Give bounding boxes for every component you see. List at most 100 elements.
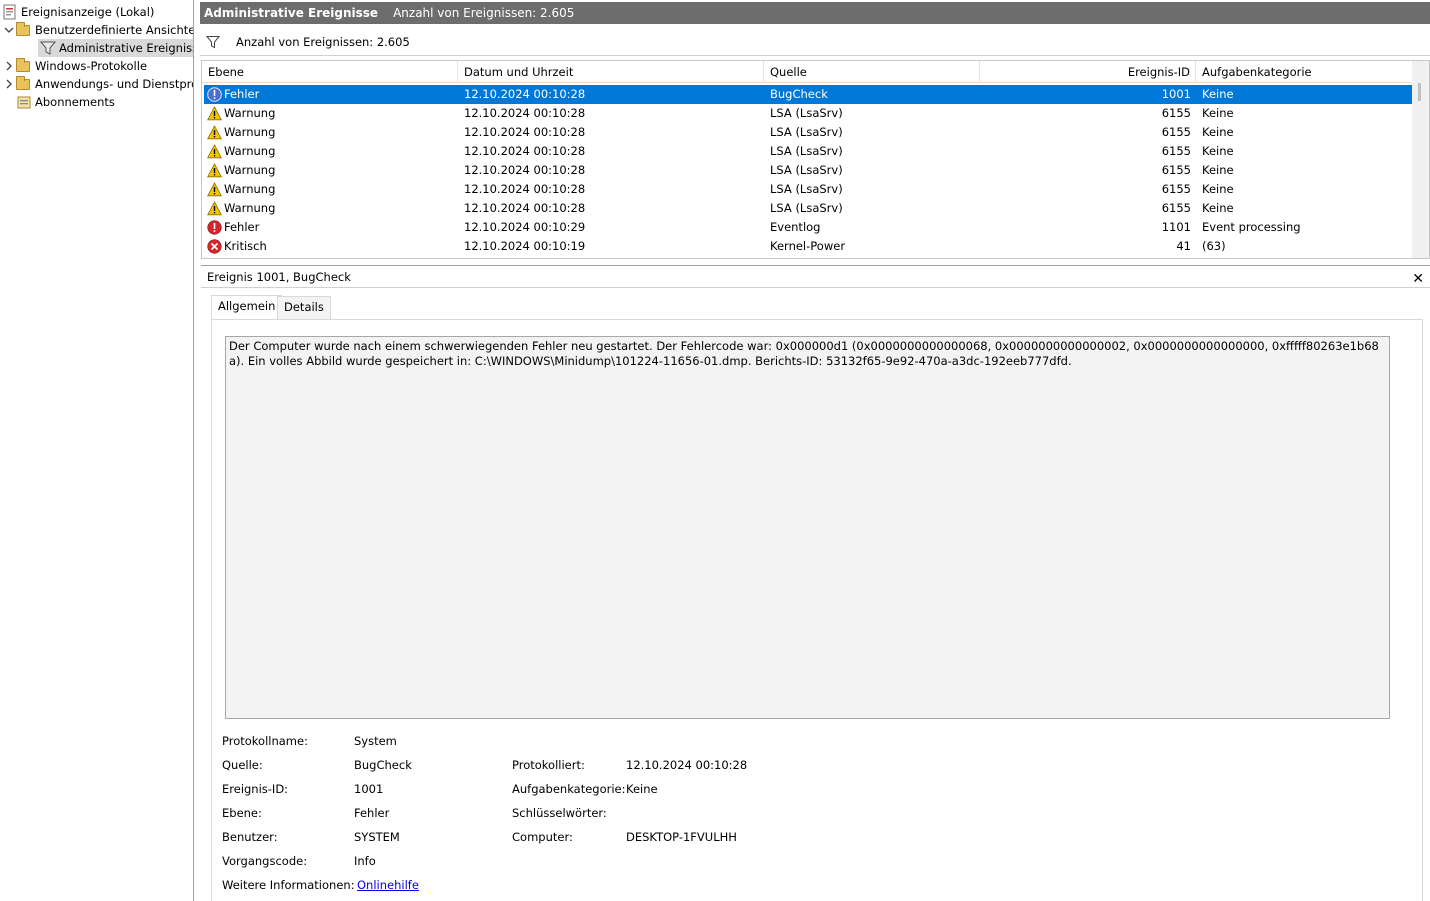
view-header: Administrative Ereignisse Anzahl von Ere… [200,2,1430,24]
cell-level: Warnung [224,125,276,139]
cell-date: 12.10.2024 00:10:29 [464,220,586,234]
cell-task-category: Keine [1202,182,1234,196]
cell-task-category: (63) [1202,239,1226,253]
cell-level: Warnung [224,106,276,120]
navigation-tree: Ereignisanzeige (Lokal) Benutzerdefinier… [0,0,194,901]
column-header-task-category[interactable]: Aufgabenkategorie [1196,61,1414,83]
table-row[interactable]: Warnung 12.10.2024 00:10:28 LSA (LsaSrv) 61… [204,199,1414,218]
source-value: BugCheck [354,758,412,772]
info-error-icon [207,87,222,102]
cell-event-id: 1101 [1161,220,1191,234]
events-table: Ebene Datum und Uhrzeit Quelle Ereignis-… [201,60,1430,259]
table-row[interactable]: Warnung 12.10.2024 00:10:28 LSA (LsaSrv) 61… [204,161,1414,180]
task-category-label: Aufgabenkategorie: [512,782,626,796]
event-detail-pane: Ereignis 1001, BugCheck ✕ Allgemein Deta… [201,265,1430,901]
table-row[interactable]: Warnung 12.10.2024 00:10:28 LSA (LsaSrv) 61… [204,142,1414,161]
opcode-label: Vorgangscode: [222,854,308,868]
close-icon[interactable]: ✕ [1412,268,1424,290]
cell-task-category: Keine [1202,144,1234,158]
table-row[interactable]: Warnung 12.10.2024 00:10:28 LSA (LsaSrv) 61… [204,180,1414,199]
cell-date: 12.10.2024 00:10:28 [464,106,586,120]
table-row[interactable]: Kritisch 12.10.2024 00:10:19 Kernel-Power 4… [204,237,1414,256]
warning-icon [207,144,222,159]
table-row[interactable]: Fehler 12.10.2024 00:10:28 BugCheck 1001 Kei… [204,85,1414,104]
cell-date: 12.10.2024 00:10:28 [464,182,586,196]
opcode-value: Info [354,854,376,868]
column-header-source[interactable]: Quelle [764,61,980,83]
cell-task-category: Event processing [1202,220,1301,234]
cell-source: Kernel-Power [770,239,846,253]
cell-level: Warnung [224,144,276,158]
event-id-label: Ereignis-ID: [222,782,289,796]
warning-icon [207,106,222,121]
cell-date: 12.10.2024 00:10:19 [464,239,586,253]
cell-level: Warnung [224,201,276,215]
tree-item-windows-logs[interactable]: Windows-Protokolle [2,57,147,75]
tab-general[interactable]: Allgemein [211,295,283,319]
event-viewer-icon [2,4,18,20]
cell-event-id: 6155 [1161,125,1191,139]
cell-event-id: 6155 [1161,201,1191,215]
cell-event-id: 6155 [1161,182,1191,196]
tree-item-root[interactable]: Ereignisanzeige (Lokal) [2,3,154,21]
cell-source: BugCheck [770,87,828,101]
subscriptions-icon [16,94,32,110]
tree-label-custom-views: Benutzerdefinierte Ansichten [35,23,194,37]
cell-task-category: Keine [1202,163,1234,177]
cell-task-category: Keine [1202,125,1234,139]
cell-source: LSA (LsaSrv) [770,144,843,158]
column-header-date[interactable]: Datum und Uhrzeit [458,61,764,83]
table-row[interactable]: Warnung 12.10.2024 00:10:28 LSA (LsaSrv) 61… [204,123,1414,142]
tree-label-app-logs: Anwendungs- und Dienstprotokolle [35,77,193,91]
column-header-event-id[interactable]: Ereignis-ID [980,61,1196,83]
cell-task-category: Keine [1202,87,1234,101]
cell-task-category: Keine [1202,106,1234,120]
event-description[interactable]: Der Computer wurde nach einem schwerwieg… [225,336,1390,719]
column-header-level[interactable]: Ebene [202,61,458,83]
tree-label-windows-logs: Windows-Protokolle [35,59,148,73]
tree-item-admin-events[interactable]: Administrative Ereignisse [38,39,194,57]
view-title: Administrative Ereignisse [204,6,379,20]
cell-level: Fehler [224,87,260,101]
cell-event-id: 1001 [1161,87,1191,101]
more-info-label: Weitere Informationen: [222,878,355,892]
cell-date: 12.10.2024 00:10:28 [464,87,586,101]
event-count-header: Anzahl von Ereignissen: 2.605 [393,6,575,20]
cell-task-category: Keine [1202,201,1234,215]
cell-event-id: 6155 [1161,163,1191,177]
cell-source: LSA (LsaSrv) [770,182,843,196]
cell-source: LSA (LsaSrv) [770,125,843,139]
level-label: Ebene: [222,806,262,820]
chevron-down-icon[interactable] [2,21,16,39]
folder-icon [16,58,32,74]
tab-details[interactable]: Details [277,296,331,319]
table-row[interactable]: Fehler 12.10.2024 00:10:29 Eventlog 1101 Eve… [204,218,1414,237]
filter-bar: Anzahl von Ereignissen: 2.605 [200,28,1430,56]
cell-event-id: 41 [1176,239,1191,253]
cell-date: 12.10.2024 00:10:28 [464,201,586,215]
log-name-label: Protokollname: [222,734,308,748]
table-row[interactable]: Warnung 12.10.2024 00:10:28 LSA (LsaSrv) 61… [204,104,1414,123]
online-help-link[interactable]: Onlinehilfe [357,878,419,892]
filter-icon [39,40,57,56]
tree-item-subscriptions[interactable]: Abonnements [16,93,115,111]
warning-icon [207,125,222,140]
log-name-value: System [354,734,397,748]
chevron-right-icon[interactable] [2,75,16,93]
tree-label-subscriptions: Abonnements [35,95,115,109]
cell-level: Fehler [224,220,260,234]
chevron-right-icon[interactable] [2,57,16,75]
event-id-value: 1001 [354,782,384,796]
cell-date: 12.10.2024 00:10:28 [464,144,586,158]
tree-item-app-logs[interactable]: Anwendungs- und Dienstprotokolle [2,75,193,93]
keywords-label: Schlüsselwörter: [512,806,607,820]
warning-icon [207,182,222,197]
task-category-value: Keine [626,782,658,796]
computer-label: Computer: [512,830,573,844]
scrollbar-thumb[interactable] [1418,83,1421,101]
vertical-scrollbar[interactable] [1412,61,1429,258]
tree-label-admin-events: Administrative Ereignisse [59,41,194,55]
cell-level: Warnung [224,163,276,177]
tree-item-custom-views[interactable]: Benutzerdefinierte Ansichten [2,21,194,39]
error-icon [207,220,222,235]
